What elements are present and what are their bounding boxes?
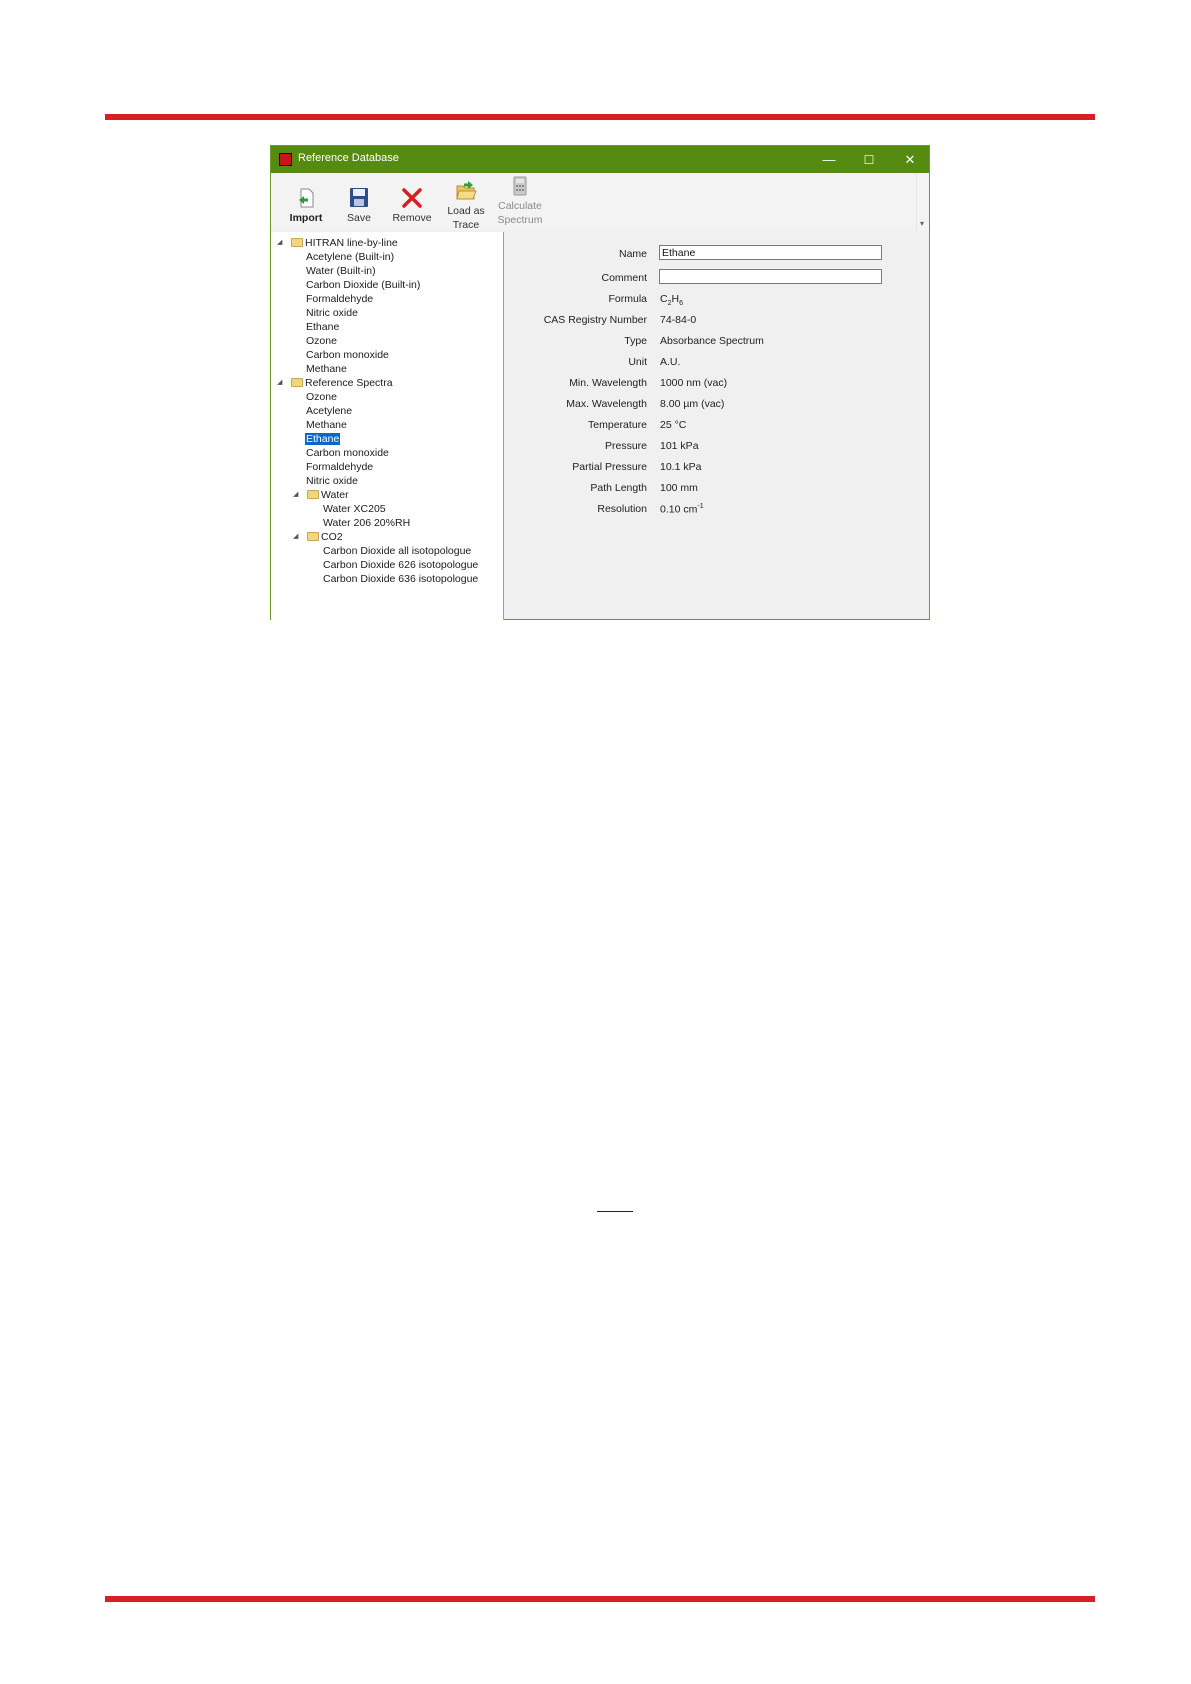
- tree-item[interactable]: Carbon Dioxide 626 isotopologue: [323, 558, 478, 572]
- tree-item[interactable]: Carbon Dioxide (Built-in): [306, 278, 420, 292]
- tree-item-selected[interactable]: Ethane: [305, 432, 341, 446]
- path-length-label: Path Length: [590, 482, 647, 494]
- tree-item[interactable]: Ozone: [306, 334, 337, 348]
- calculate-spectrum-button[interactable]: Calculate Spectrum: [493, 175, 547, 227]
- save-button[interactable]: Save: [332, 187, 386, 225]
- pressure-value: 101 kPa: [660, 440, 699, 452]
- app-icon: [279, 153, 292, 166]
- max-wavelength-value: 8.00 µm (vac): [660, 398, 725, 410]
- resolution-label: Resolution: [597, 503, 647, 515]
- tree-item[interactable]: Methane: [306, 362, 347, 376]
- overflow-arrow-icon: ▾: [920, 219, 925, 228]
- divider-line: [597, 1211, 633, 1212]
- load-label-line2: Trace: [452, 219, 480, 231]
- expand-arrow-icon[interactable]: ◢: [293, 488, 298, 502]
- tree-item[interactable]: Methane: [306, 418, 347, 432]
- load-label-line1: Load as: [447, 205, 485, 217]
- unit-value: A.U.: [660, 356, 681, 368]
- resolution-value: 0.10 cm-1: [660, 503, 704, 516]
- close-button[interactable]: ✕: [890, 146, 930, 173]
- tree-item[interactable]: Water (Built-in): [306, 264, 376, 278]
- tree-item[interactable]: Carbon Dioxide all isotopologue: [323, 544, 471, 558]
- temperature-label: Temperature: [588, 419, 647, 431]
- details-panel: Name Comment Formula C2H6 CAS Registry N…: [504, 232, 929, 619]
- tree-item[interactable]: Carbon monoxide: [306, 446, 389, 460]
- type-label: Type: [624, 335, 647, 347]
- partial-pressure-label: Partial Pressure: [572, 461, 647, 473]
- toolbar: Import Save Remove Load as Trace Calcula…: [271, 173, 929, 232]
- formula-label: Formula: [608, 293, 647, 305]
- open-folder-icon: [456, 181, 477, 200]
- tree-item[interactable]: Ozone: [306, 390, 337, 404]
- comment-label: Comment: [601, 272, 647, 284]
- tree-item[interactable]: Formaldehyde: [306, 292, 373, 306]
- footer-rule: [105, 1596, 1095, 1602]
- folder-icon: [307, 490, 319, 499]
- tree-item[interactable]: Nitric oxide: [306, 306, 358, 320]
- unit-label: Unit: [628, 356, 647, 368]
- import-button[interactable]: Import: [279, 187, 333, 225]
- tree-item[interactable]: Carbon monoxide: [306, 348, 389, 362]
- pressure-label: Pressure: [604, 440, 647, 452]
- folder-icon: [307, 532, 319, 541]
- save-label: Save: [347, 212, 371, 224]
- calculate-label-line1: Calculate: [498, 200, 542, 212]
- remove-label: Remove: [392, 212, 432, 224]
- partial-pressure-value: 10.1 kPa: [660, 461, 702, 473]
- tree-item[interactable]: Acetylene (Built-in): [306, 250, 394, 264]
- min-wavelength-value: 1000 nm (vac): [660, 377, 728, 389]
- tree-item[interactable]: Carbon Dioxide 636 isotopologue: [323, 572, 478, 586]
- import-label: Import: [289, 212, 323, 224]
- type-value: Absorbance Spectrum: [660, 335, 764, 347]
- tree-folder-label: CO2: [321, 531, 343, 543]
- calculate-label-line2: Spectrum: [497, 214, 543, 226]
- tree-item[interactable]: Formaldehyde: [306, 460, 373, 474]
- calculator-icon: [513, 176, 527, 196]
- tree-folder-label: Reference Spectra: [305, 377, 393, 389]
- folder-icon: [291, 238, 303, 247]
- name-input[interactable]: [659, 245, 882, 260]
- remove-button[interactable]: Remove: [385, 187, 439, 225]
- tree-item[interactable]: Water 206 20%RH: [323, 516, 410, 530]
- minimize-button[interactable]: —: [809, 146, 849, 173]
- comment-input[interactable]: [659, 269, 882, 284]
- title-bar[interactable]: Reference Database — ☐ ✕: [271, 146, 929, 173]
- load-as-trace-button[interactable]: Load as Trace: [439, 180, 493, 232]
- maximize-button[interactable]: ☐: [849, 146, 889, 173]
- header-rule: [105, 114, 1095, 120]
- max-wavelength-label: Max. Wavelength: [566, 398, 647, 410]
- reference-tree[interactable]: ◢ HITRAN line-by-line Acetylene (Built-i…: [271, 232, 504, 620]
- tree-folder-label: HITRAN line-by-line: [305, 237, 398, 249]
- tree-item[interactable]: Acetylene: [306, 404, 352, 418]
- cas-label: CAS Registry Number: [543, 314, 647, 326]
- save-icon: [350, 188, 368, 207]
- tree-item[interactable]: Nitric oxide: [306, 474, 358, 488]
- path-length-value: 100 mm: [660, 482, 698, 494]
- folder-icon: [291, 378, 303, 387]
- window-title: Reference Database: [298, 152, 399, 164]
- remove-icon: [402, 188, 422, 208]
- import-icon: [299, 188, 314, 208]
- tree-item[interactable]: Water XC205: [323, 502, 386, 516]
- toolbar-overflow[interactable]: ▾: [916, 173, 929, 230]
- name-label: Name: [618, 248, 647, 260]
- expand-arrow-icon[interactable]: ◢: [277, 236, 282, 250]
- cas-value: 74-84-0: [660, 314, 697, 326]
- tree-folder-label: Water: [321, 489, 349, 501]
- min-wavelength-label: Min. Wavelength: [569, 377, 647, 389]
- selected-item-label: Ethane: [305, 433, 341, 445]
- expand-arrow-icon[interactable]: ◢: [293, 530, 298, 544]
- tree-item[interactable]: Ethane: [306, 320, 339, 334]
- temperature-value: 25 °C: [660, 419, 687, 431]
- expand-arrow-icon[interactable]: ◢: [277, 376, 282, 390]
- reference-database-window: Reference Database — ☐ ✕ Import Save Rem…: [270, 145, 930, 620]
- formula-value: C2H6: [660, 293, 683, 308]
